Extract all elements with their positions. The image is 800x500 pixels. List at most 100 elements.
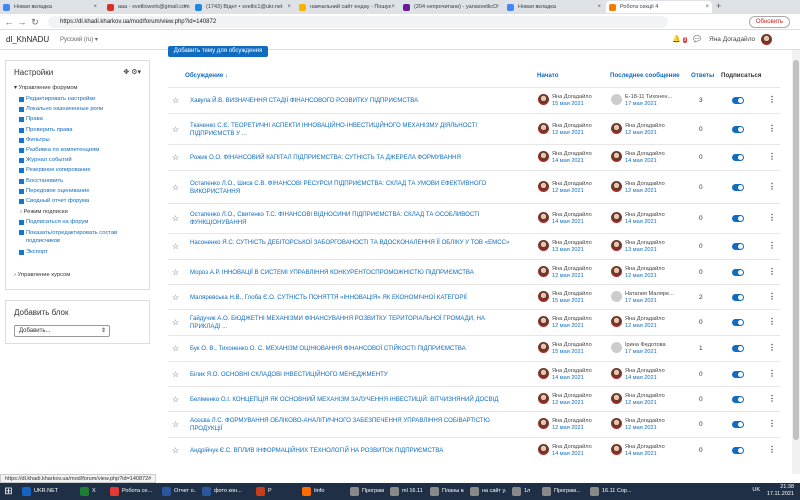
- avatar[interactable]: [611, 368, 622, 379]
- discussion-link[interactable]: Хавула Й.В. ВИЗНАЧЕННЯ СТАДІЇ ФІНАНСОВОГ…: [190, 97, 515, 105]
- more-options-icon[interactable]: ⋮: [768, 182, 776, 191]
- star-icon[interactable]: ☆: [172, 96, 179, 105]
- star-icon[interactable]: ☆: [172, 242, 179, 251]
- subscribe-toggle[interactable]: [732, 396, 744, 403]
- browser-tab[interactable]: (204 непрочитани) - yanasvetlicC ×: [400, 1, 502, 13]
- avatar[interactable]: [538, 266, 549, 277]
- avatar[interactable]: [538, 240, 549, 251]
- starter-name[interactable]: Яна Догадайло: [552, 342, 592, 349]
- avatar[interactable]: [611, 316, 622, 327]
- starter-name[interactable]: Яна Догадайло: [552, 212, 592, 219]
- browser-tab[interactable]: Новая вкладка ×: [0, 1, 100, 13]
- col-started[interactable]: Начато: [537, 72, 559, 79]
- subscribe-toggle[interactable]: [732, 269, 744, 276]
- discussion-link[interactable]: Ткаченко С.Є. ТЕОРЕТИЧНІ АСПЕКТИ ІННОВАЦ…: [190, 122, 515, 138]
- taskbar-item[interactable]: фото кон...: [200, 485, 250, 498]
- starter-name[interactable]: Яна Догадайло: [552, 418, 592, 425]
- more-options-icon[interactable]: ⋮: [768, 343, 776, 352]
- avatar[interactable]: [538, 393, 549, 404]
- settings-link[interactable]: Сводный отчет форума: [19, 198, 89, 204]
- settings-link[interactable]: Фильтры: [19, 137, 50, 143]
- close-icon[interactable]: ×: [287, 1, 291, 13]
- discussion-link[interactable]: Мороз А.Р. ІННОВАЦІЇ В СИСТЕМІ УПРАВЛІНН…: [190, 269, 515, 277]
- avatar[interactable]: [611, 94, 622, 105]
- taskbar-item[interactable]: Робота се...: [108, 485, 156, 498]
- subscribe-toggle[interactable]: [732, 215, 744, 222]
- last-post-date[interactable]: 12 мая 2021: [625, 425, 657, 432]
- star-icon[interactable]: ☆: [172, 446, 179, 455]
- subscribe-toggle[interactable]: [732, 319, 744, 326]
- subscribe-toggle[interactable]: [732, 184, 744, 191]
- col-last-post[interactable]: Последнее сообщение: [610, 72, 680, 79]
- last-post-date[interactable]: 14 мая 2021: [625, 158, 657, 165]
- more-options-icon[interactable]: ⋮: [768, 445, 776, 454]
- language-selector[interactable]: Русский (ru) ▾: [60, 36, 98, 43]
- subscribe-toggle[interactable]: [732, 447, 744, 454]
- last-post-date[interactable]: 12 мая 2021: [625, 130, 657, 137]
- subscribe-toggle[interactable]: [732, 126, 744, 133]
- avatar[interactable]: [611, 266, 622, 277]
- discussion-link[interactable]: Андрійчук Є.С. ВПЛИВ ІНФОРМАЦІЙНИХ ТЕХНО…: [190, 447, 515, 455]
- avatar[interactable]: [611, 342, 622, 353]
- taskbar-item[interactable]: UKR.NET: [20, 485, 74, 498]
- col-discussion[interactable]: Обсуждение ↓: [185, 72, 228, 79]
- starter-name[interactable]: Яна Догадайло: [552, 94, 592, 101]
- settings-link[interactable]: Подписаться на форум: [19, 219, 88, 226]
- settings-link[interactable]: Журнал событий: [19, 157, 72, 164]
- last-poster-name[interactable]: Яна Догадайло: [625, 368, 665, 375]
- star-icon[interactable]: ☆: [172, 370, 179, 379]
- avatar[interactable]: [611, 393, 622, 404]
- settings-link[interactable]: Восстановить: [19, 178, 63, 184]
- avatar[interactable]: [761, 34, 772, 45]
- avatar[interactable]: [611, 123, 622, 134]
- discussion-link[interactable]: Остапенко Л.О., Свитенко Т.С. ФІНАНСОВІ …: [190, 211, 515, 227]
- last-poster-name[interactable]: Яна Догадайло: [625, 123, 665, 130]
- discussion-link[interactable]: Асєєва Л.С. ФОРМУВАННЯ ОБЛІКОВО-АНАЛІТИЧ…: [190, 417, 515, 433]
- subscribe-toggle[interactable]: [732, 243, 744, 250]
- close-icon[interactable]: ×: [391, 1, 395, 13]
- block-actions-icon[interactable]: ✥ ⚙▾: [123, 68, 141, 76]
- discussion-link[interactable]: Рожик О.О. ФІНАНСОВИЙ КАПІТАЛ ПІДПРИЄМСТ…: [190, 154, 515, 162]
- settings-link[interactable]: Проверить права: [19, 127, 72, 133]
- taskbar-item[interactable]: 1л: [510, 485, 536, 498]
- starter-name[interactable]: Яна Догадайло: [552, 151, 592, 158]
- more-options-icon[interactable]: ⋮: [768, 419, 776, 428]
- star-icon[interactable]: ☆: [172, 318, 179, 327]
- starter-name[interactable]: Яна Догадайло: [552, 291, 592, 298]
- taskbar-item[interactable]: Планы ка...: [428, 485, 464, 498]
- taskbar-item[interactable]: Програм...: [348, 485, 384, 498]
- avatar[interactable]: [538, 291, 549, 302]
- avatar[interactable]: [611, 181, 622, 192]
- avatar[interactable]: [538, 368, 549, 379]
- browser-tab[interactable]: Новая вкладка ×: [504, 1, 604, 13]
- taskbar-item[interactable]: Програм...: [540, 485, 584, 498]
- subscribe-toggle[interactable]: [732, 294, 744, 301]
- last-post-date[interactable]: 17 мая 2021: [625, 349, 657, 356]
- avatar[interactable]: [538, 342, 549, 353]
- avatar[interactable]: [538, 151, 549, 162]
- subscribe-toggle[interactable]: [732, 97, 744, 104]
- star-icon[interactable]: ☆: [172, 183, 179, 192]
- more-options-icon[interactable]: ⋮: [768, 241, 776, 250]
- add-block-select[interactable]: Добавить... ⇕: [14, 325, 110, 337]
- last-post-date[interactable]: 14 мая 2021: [625, 375, 657, 382]
- browser-tab[interactable]: (1743) Віднт • svetlic1@ukr.net ×: [192, 1, 294, 13]
- taskbar-item[interactable]: Отчет о...: [160, 485, 196, 498]
- last-post-date[interactable]: 14 мая 2021: [625, 219, 657, 226]
- starter-name[interactable]: Яна Догадайло: [552, 316, 592, 323]
- settings-link[interactable]: Локально назначенные роли: [19, 106, 103, 113]
- star-icon[interactable]: ☆: [172, 125, 179, 134]
- last-poster-name[interactable]: Ірина Федотова: [625, 342, 666, 349]
- more-options-icon[interactable]: ⋮: [768, 292, 776, 301]
- avatar[interactable]: [538, 94, 549, 105]
- taskbar-item[interactable]: ml 16.11: [388, 485, 424, 498]
- last-post-date[interactable]: 12 мая 2021: [625, 273, 657, 280]
- last-poster-name[interactable]: Яна Догадайло: [625, 240, 665, 247]
- settings-link[interactable]: Разбивка по компетенциям: [19, 147, 99, 153]
- subscribe-toggle[interactable]: [732, 371, 744, 378]
- scrollbar-thumb[interactable]: [793, 60, 799, 440]
- star-icon[interactable]: ☆: [172, 153, 179, 162]
- taskbar-item[interactable]: X: [78, 485, 104, 498]
- avatar[interactable]: [611, 291, 622, 302]
- avatar[interactable]: [611, 240, 622, 251]
